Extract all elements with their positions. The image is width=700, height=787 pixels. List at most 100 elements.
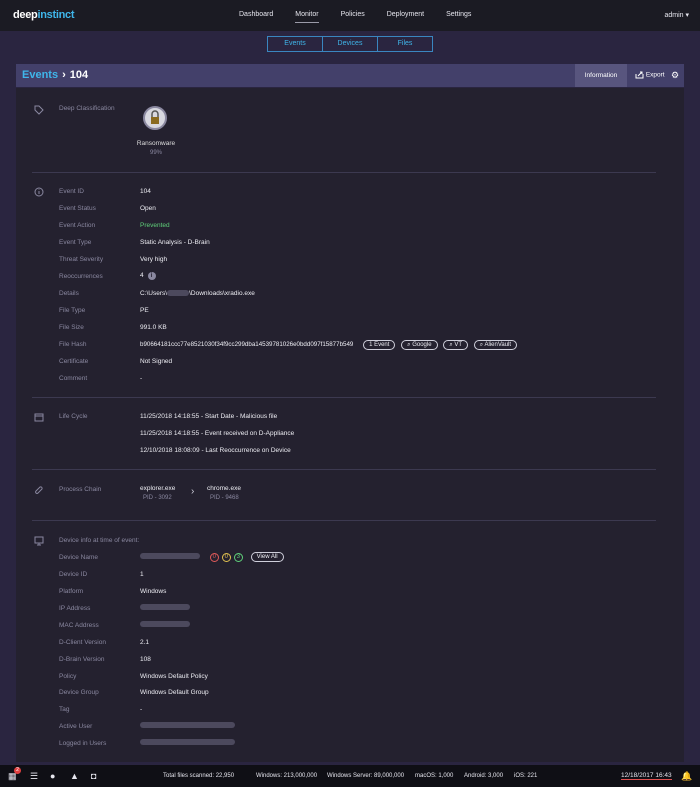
value-platform: Windows [140,588,167,595]
redacted-username [167,290,190,297]
breadcrumb: Events › 104 [22,69,88,81]
hash-google-link[interactable]: ⌕ Google [401,340,438,350]
device-icon[interactable]: ◘ [91,771,96,781]
breadcrumb-events-link[interactable]: Events [22,69,58,81]
tab-devices[interactable]: Devices [323,37,378,51]
hash-events-link[interactable]: 1 Event [363,340,396,350]
hash-vt-link[interactable]: ⌕ VT [443,340,469,350]
breadcrumb-separator: › [62,69,66,81]
label-device-id: Device ID [59,571,88,578]
tag-icon [34,105,44,115]
total-files-scanned: Total files scanned: 22,950 [163,773,235,779]
search-icon: ⌕ [449,342,453,348]
notification-badge: 2 [14,767,21,774]
label-mac-address: MAC Address [59,622,99,629]
redacted-ip-address [140,604,190,611]
export-icon [635,71,644,79]
label-device-group: Device Group [59,689,99,696]
android-count: Android: 3,000 [464,773,504,779]
divider [32,520,656,521]
value-file-hash: b90664181ccc77e8521030f34f9cc299dba14539… [140,340,518,350]
gear-icon[interactable]: ⚙ [671,70,679,81]
view-all-button[interactable]: View All [250,552,284,562]
label-policy: Policy [59,673,77,680]
nav-monitor[interactable]: Monitor [295,11,319,23]
redacted-device-name [140,553,200,560]
section-title-classification: Deep Classification [59,105,115,112]
menu-icon[interactable]: ☰ [30,771,38,782]
divider [32,469,656,470]
breadcrumb-bar: Events › 104 Information Export ⚙ [16,64,684,87]
android-icon[interactable]: ▲ [70,771,79,781]
device-counter-yellow: 0 [221,553,231,562]
hash-alienvault-link[interactable]: ⌕ AlienVault [473,340,518,350]
classification-name: Ransomware [136,140,176,147]
label-brain-version: D-Brain Version [59,656,105,663]
sub-navigation: Events Devices Files [267,36,433,52]
export-label: Export [645,71,665,79]
reoccurrences-info-icon[interactable]: i [147,272,156,280]
hash-alienvault-label: AlienVault [484,342,512,348]
section-title-device-info: Device info at time of event: [59,537,140,544]
process-parent-name: explorer.exe [140,485,176,492]
event-details-panel: Deep Classification Ransomware 99% Event… [16,88,684,762]
value-threat-severity: Very high [140,256,168,263]
label-file-type: File Type [59,307,86,314]
redacted-active-user [140,722,235,729]
value-policy: Windows Default Policy [140,673,208,680]
details-path-prefix: C:\Users\ [140,290,168,297]
logo[interactable]: deepinstinct [13,9,75,21]
search-icon: ⌕ [407,342,411,348]
nav-settings[interactable]: Settings [446,11,471,18]
value-brain-version: 108 [140,656,151,663]
label-file-size: File Size [59,324,84,331]
label-logged-users: Logged in Users [59,740,107,747]
value-event-id: 104 [140,188,151,195]
label-file-hash: File Hash [59,341,87,348]
redacted-mac-address [140,621,190,628]
ios-count: iOS: 221 [514,773,538,779]
export-button[interactable]: Export [635,71,665,79]
process-parent-pid: PID - 3092 [143,495,172,501]
tab-events[interactable]: Events [268,37,323,51]
device-counter-red: 0 [209,553,219,562]
current-datetime: 12/18/2017 16:43 [621,772,672,780]
label-active-user: Active User [59,723,93,730]
hash-vt-label: VT [454,342,463,348]
label-reoccurrences: Reoccurrences [59,273,103,280]
nav-policies[interactable]: Policies [341,11,365,18]
windows-count: Windows: 213,000,000 [256,773,318,779]
breadcrumb-current: 104 [69,69,89,81]
section-title-lifecycle: Life Cycle [59,413,88,420]
ransomware-icon [143,106,167,130]
label-event-id: Event ID [59,188,84,195]
label-tag: Tag [59,706,70,713]
user-menu[interactable]: admin ▾ [664,11,689,19]
value-certificate: Not Signed [140,358,173,365]
label-event-status: Event Status [59,205,96,212]
label-threat-severity: Threat Severity [59,256,104,263]
redacted-logged-users [140,739,235,746]
bell-icon[interactable]: 🔔 [681,771,692,782]
divider [32,397,656,398]
windows-server-count: Windows Server: 89,000,000 [327,773,405,779]
device-counter-green: 3 [233,553,243,562]
value-ip-address [140,604,190,611]
value-comment: - [140,375,143,382]
lifecycle-entry: 11/25/2018 14:18:55 - Start Date - Malic… [140,413,278,420]
value-reoccurrences: 4i [140,272,156,280]
nav-dashboard[interactable]: Dashboard [239,11,273,18]
value-mac-address [140,621,190,628]
process-child-name: chrome.exe [207,485,241,492]
label-event-type: Event Type [59,239,92,246]
nav-deployment[interactable]: Deployment [387,11,424,18]
label-comment: Comment [59,375,88,382]
label-device-name: Device Name [59,554,99,561]
hash-google-label: Google [412,342,432,348]
value-active-user [140,722,235,729]
value-logged-users [140,739,235,746]
apple-icon[interactable]: ● [50,771,55,781]
tab-files[interactable]: Files [378,37,432,51]
information-button[interactable]: Information [575,64,627,87]
macos-count: macOS: 1,000 [415,773,454,779]
